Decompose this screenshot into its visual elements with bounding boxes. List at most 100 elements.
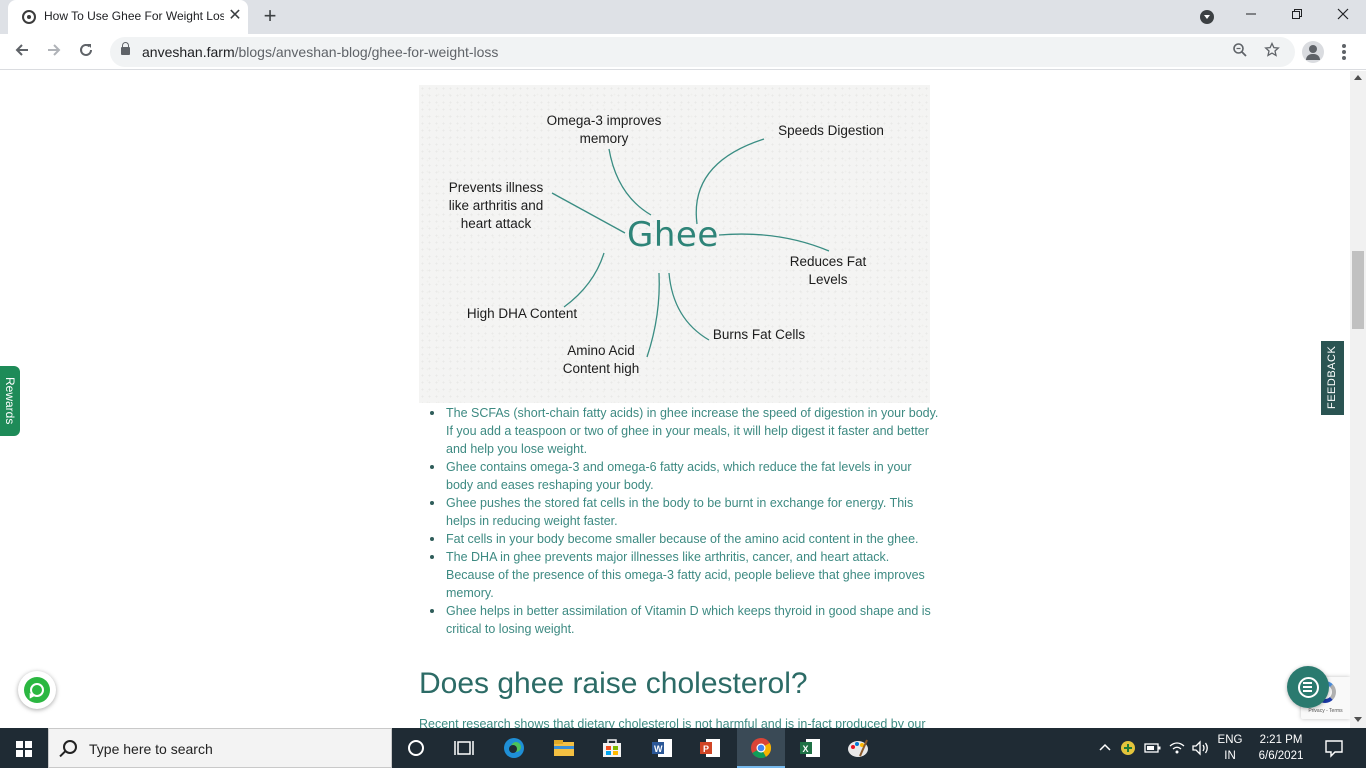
chat-icon: [1303, 682, 1312, 684]
restore-button[interactable]: [1274, 2, 1320, 30]
page-scrollbar[interactable]: [1350, 71, 1366, 728]
close-window-button[interactable]: [1320, 2, 1366, 30]
infographic-center-label: Ghee: [627, 215, 719, 255]
minimize-icon: [1246, 13, 1256, 15]
list-item: Fat cells in your body become smaller be…: [428, 530, 940, 548]
feedback-tab[interactable]: FEEDBACK: [1321, 341, 1344, 415]
volume-button[interactable]: [1190, 736, 1212, 760]
edge-icon: [504, 738, 524, 758]
lock-icon[interactable]: [121, 42, 130, 55]
tab-search-icon[interactable]: [1200, 10, 1214, 24]
show-hidden-icons-button[interactable]: [1096, 736, 1114, 760]
chrome-menu-button[interactable]: [1336, 41, 1352, 63]
chevron-up-icon: [1099, 743, 1111, 751]
windows-logo-icon: [16, 741, 23, 748]
tray-app-button[interactable]: [1118, 736, 1138, 760]
zoom-button[interactable]: [1230, 42, 1250, 62]
browser-titlebar: How To Use Ghee For Weight Loss ✕ +: [0, 0, 1366, 34]
tab-title: How To Use Ghee For Weight Loss: [44, 9, 224, 23]
chrome-icon: [751, 738, 772, 759]
minimize-button[interactable]: [1228, 2, 1274, 30]
paint-button[interactable]: [846, 736, 870, 760]
powerpoint-icon: P: [700, 739, 720, 757]
reload-button[interactable]: [72, 38, 100, 66]
cortana-circle-icon: [408, 740, 424, 756]
list-item: Ghee helps in better assimilation of Vit…: [428, 602, 940, 638]
star-icon: [1264, 41, 1280, 57]
svg-text:X: X: [803, 744, 809, 754]
action-center-button[interactable]: [1322, 736, 1346, 760]
windows-logo-icon: [16, 750, 23, 757]
language-code: ENG: [1217, 734, 1243, 746]
chat-icon: [1303, 686, 1312, 688]
powerpoint-button[interactable]: P: [698, 736, 722, 760]
list-item: Ghee pushes the stored fat cells in the …: [428, 494, 940, 530]
label-fat-levels: Reduces Fat Levels: [789, 254, 867, 287]
reload-icon: [80, 43, 92, 56]
feedback-label: FEEDBACK: [1326, 345, 1338, 409]
arrow-left-icon: [15, 44, 28, 56]
task-view-icon: [454, 741, 474, 755]
label-burns: Burns Fat Cells: [712, 327, 806, 342]
label-dha: High DHA Content: [466, 306, 578, 321]
url-text[interactable]: anveshan.farm/blogs/anveshan-blog/ghee-f…: [142, 44, 498, 60]
store-icon: [603, 739, 621, 757]
site-favicon-icon: [22, 10, 36, 24]
forward-button[interactable]: [40, 38, 68, 66]
arrow-right-icon: [48, 44, 61, 56]
battery-icon: [1144, 743, 1161, 753]
search-icon: [63, 740, 77, 754]
folder-icon: [554, 740, 574, 756]
whatsapp-button[interactable]: [18, 671, 56, 709]
word-button[interactable]: W: [650, 736, 674, 760]
chat-icon: [1303, 690, 1312, 692]
scroll-thumb[interactable]: [1352, 251, 1364, 329]
ghee-benefits-infographic: Ghee Omega-3 improves memory Speeds Dige…: [419, 85, 930, 403]
windows-logo-icon: [25, 741, 32, 748]
word-icon: W: [652, 739, 672, 757]
edge-button[interactable]: [502, 736, 526, 760]
url-path: /blogs/anveshan-blog/ghee-for-weight-los…: [234, 44, 499, 60]
bookmark-button[interactable]: [1262, 41, 1282, 62]
benefits-list: The SCFAs (short-chain fatty acids) in g…: [428, 404, 940, 638]
label-omega3: Omega-3 improves memory: [546, 113, 662, 146]
taskbar-search-box[interactable]: Type here to search: [48, 728, 392, 768]
scroll-up-icon[interactable]: [1354, 75, 1362, 80]
windows-taskbar: Type here to search W P X ENG IN 2:21 PM…: [0, 728, 1366, 768]
browser-tab[interactable]: How To Use Ghee For Weight Loss ✕: [8, 0, 248, 34]
menu-dot-icon: [1342, 50, 1346, 54]
rewards-tab[interactable]: Rewards: [0, 366, 20, 436]
start-button[interactable]: [0, 728, 48, 768]
file-explorer-button[interactable]: [552, 736, 576, 760]
chat-button[interactable]: [1287, 666, 1329, 708]
svg-text:W: W: [654, 744, 663, 754]
wifi-button[interactable]: [1167, 736, 1187, 760]
account-avatar-icon[interactable]: [1302, 41, 1324, 63]
store-button[interactable]: [600, 736, 624, 760]
tab-close-icon[interactable]: ✕: [226, 7, 244, 25]
speaker-icon: [1192, 740, 1208, 756]
list-item: The SCFAs (short-chain fatty acids) in g…: [428, 404, 940, 458]
language-indicator[interactable]: ENG IN: [1213, 732, 1247, 764]
windows-logo-icon: [25, 750, 32, 757]
page-viewport: Ghee Omega-3 improves memory Speeds Dige…: [0, 71, 1350, 728]
cortana-button[interactable]: [404, 736, 428, 760]
clock[interactable]: 2:21 PM 6/6/2021: [1250, 732, 1312, 764]
task-view-button[interactable]: [452, 736, 476, 760]
chrome-taskbar-button[interactable]: [737, 728, 785, 768]
address-bar[interactable]: anveshan.farm/blogs/anveshan-blog/ghee-f…: [110, 37, 1295, 67]
restore-icon: [1292, 9, 1302, 19]
excel-icon: X: [800, 739, 820, 757]
section-heading: Does ghee raise cholesterol?: [419, 667, 808, 700]
language-region: IN: [1224, 750, 1236, 762]
excel-button[interactable]: X: [798, 736, 822, 760]
close-icon: [1337, 8, 1349, 20]
label-digestion: Speeds Digestion: [778, 123, 884, 138]
list-item: The DHA in ghee prevents major illnesses…: [428, 548, 940, 602]
scroll-down-icon[interactable]: [1354, 717, 1362, 722]
new-tab-button[interactable]: +: [258, 4, 282, 28]
back-button[interactable]: [8, 38, 36, 66]
list-item: Ghee contains omega-3 and omega-6 fatty …: [428, 458, 940, 494]
url-host: anveshan.farm: [142, 44, 235, 60]
battery-button[interactable]: [1143, 736, 1163, 760]
